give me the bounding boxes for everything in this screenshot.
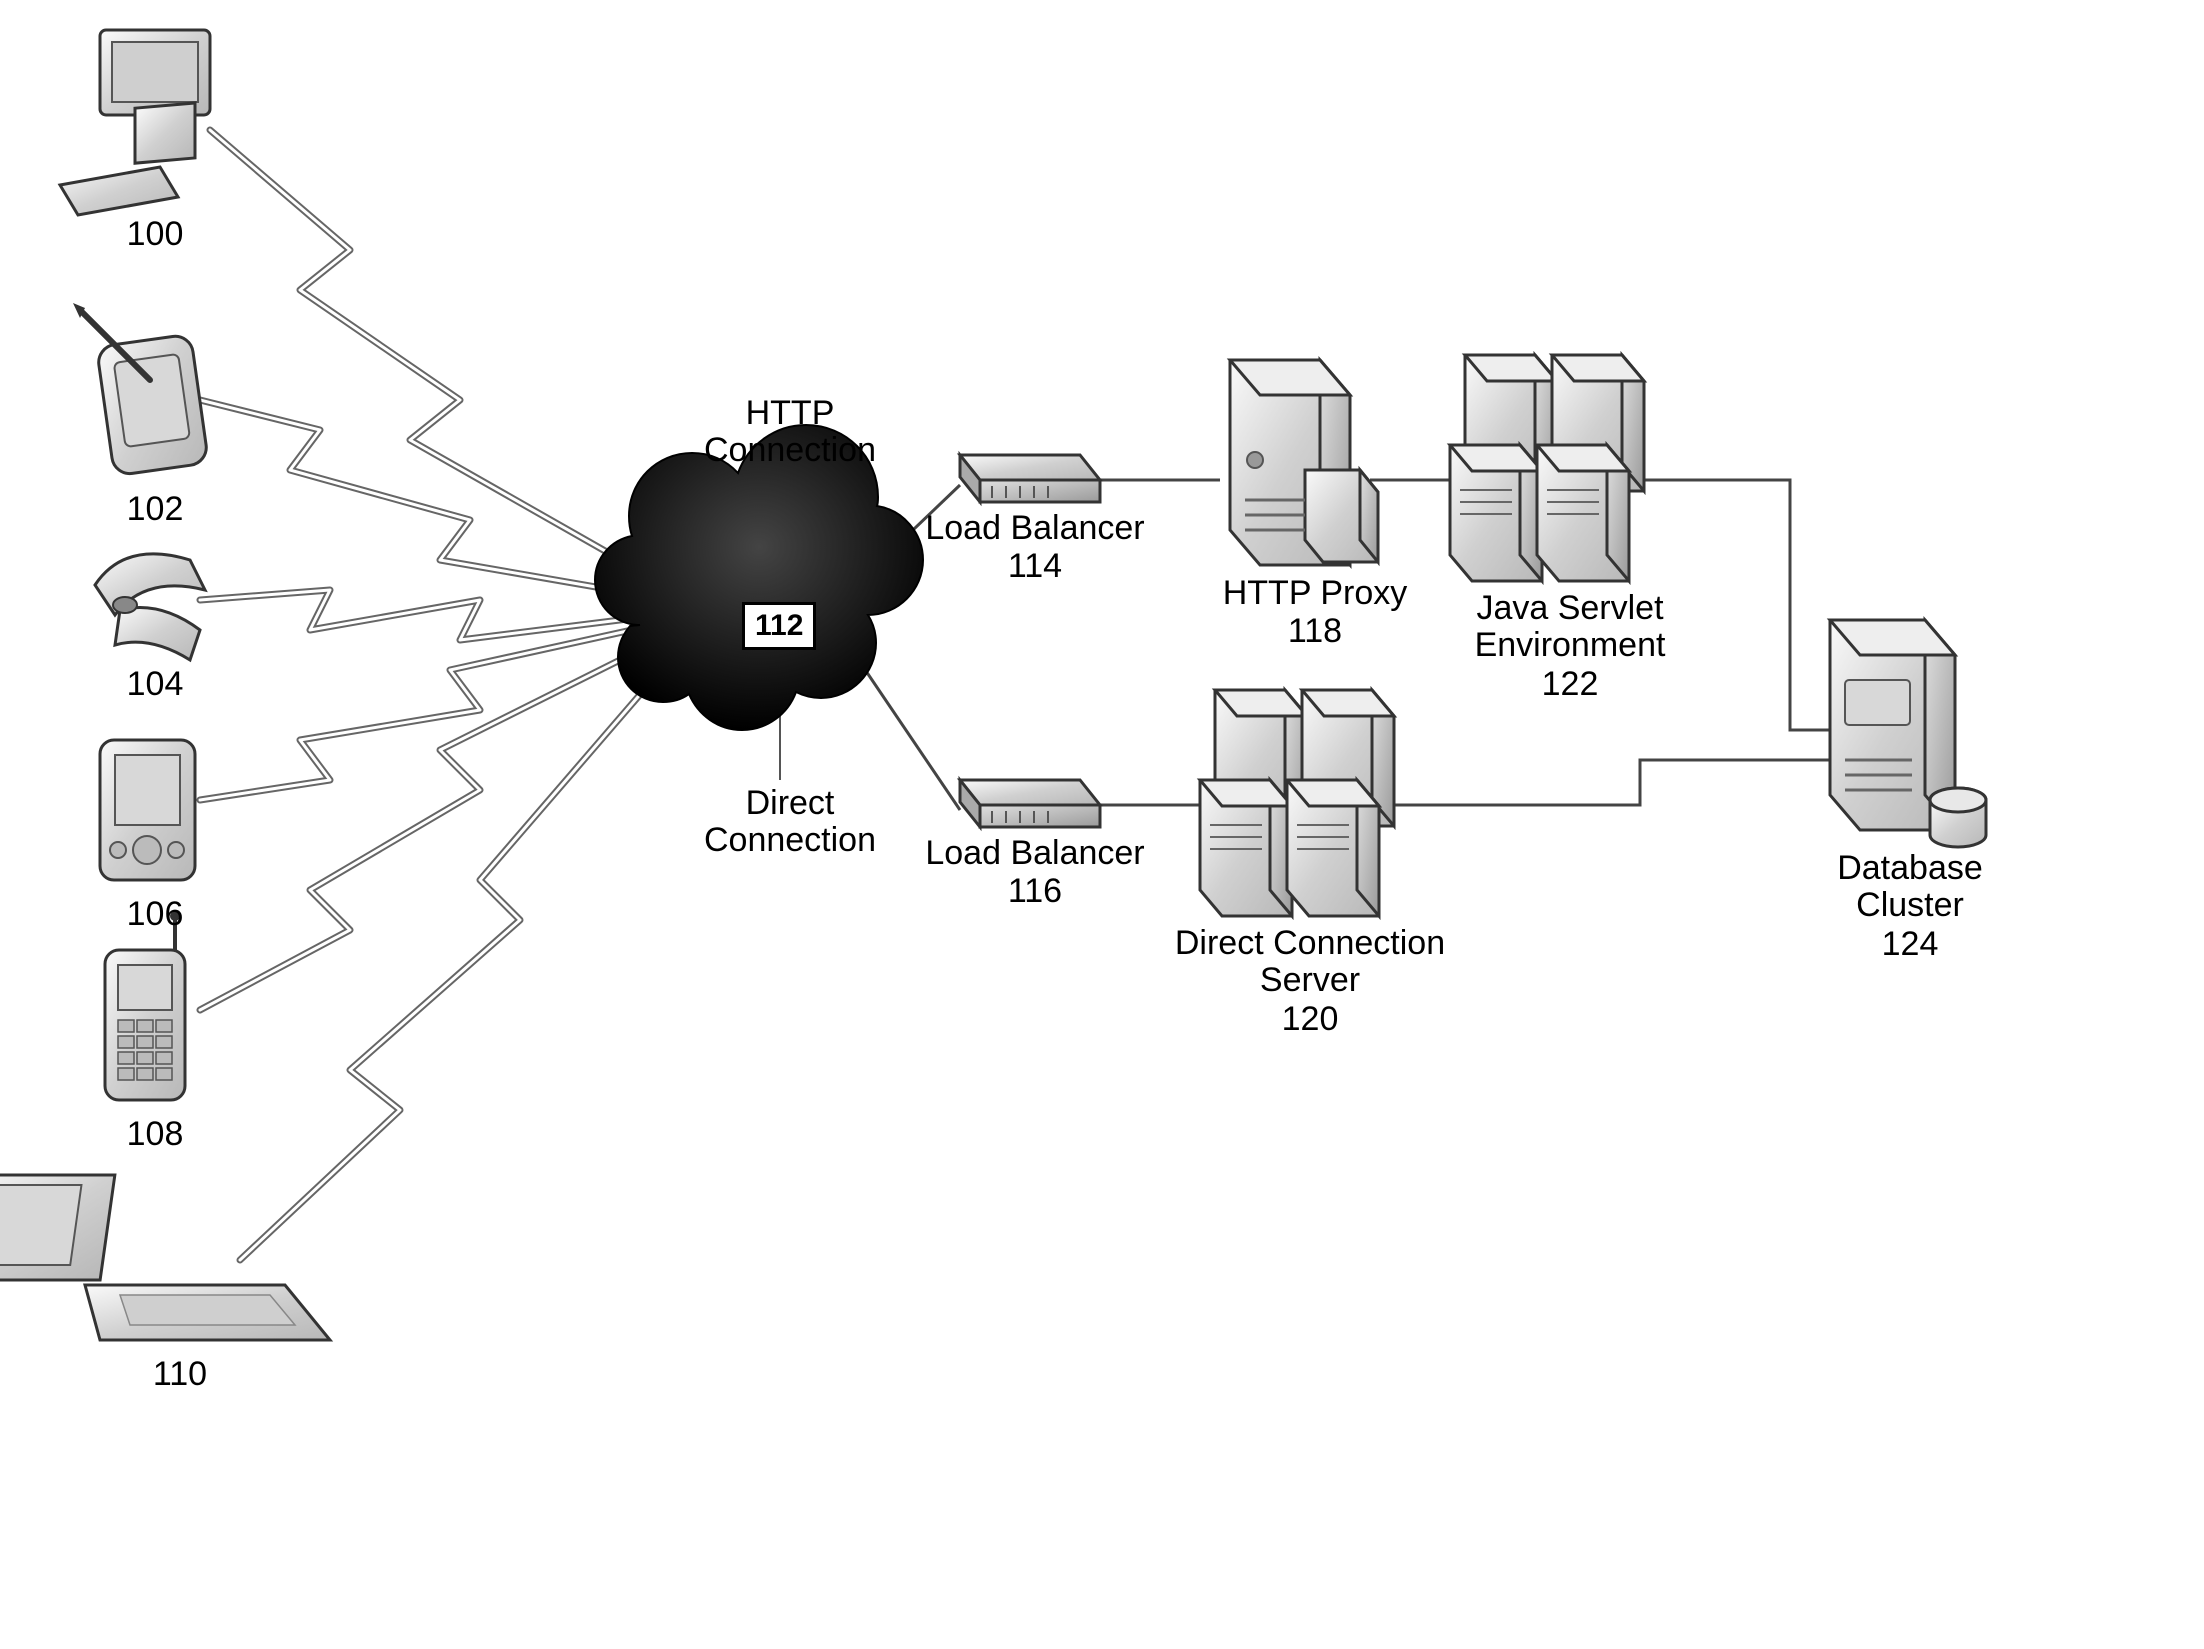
load-balancer-bottom-icon	[960, 780, 1100, 827]
http-proxy-caption: HTTP Proxy 118	[1195, 575, 1435, 651]
lb-top-caption: Load Balancer 114	[905, 510, 1165, 586]
http-proxy-icon	[1230, 360, 1378, 565]
desktop-ref: 100	[95, 215, 215, 254]
laptop-ref: 110	[120, 1355, 240, 1394]
database-cluster-icon	[1830, 620, 1986, 847]
desktop-ref-label: 100	[95, 215, 215, 254]
db-ref: 124	[1790, 925, 2030, 964]
diagram-stage: 112 100 102 104 106 108 110 HTTP Connect…	[0, 0, 2204, 1649]
tablet-ref-label: 102	[95, 490, 215, 529]
servlet-label: Java Servlet Environment	[1440, 590, 1700, 665]
pda-ref: 106	[95, 895, 215, 934]
laptop-ref-label: 110	[120, 1355, 240, 1394]
laptop-icon	[0, 1175, 330, 1340]
phone-ref-label: 108	[95, 1115, 215, 1154]
direct-connection-label: Direct Connection	[690, 785, 890, 860]
lb-bottom-ref: 116	[905, 872, 1165, 911]
flip-phone-icon	[95, 554, 205, 660]
direct-server-caption: Direct Connection Server 120	[1150, 925, 1470, 1039]
pda-ref-label: 106	[95, 895, 215, 934]
tablet-icon	[73, 303, 209, 476]
servlet-caption: Java Servlet Environment 122	[1440, 590, 1700, 704]
cloud-ref: 112	[755, 609, 803, 642]
direct-connection-text: Direct Connection	[690, 785, 890, 860]
direct-server-ref: 120	[1150, 1000, 1470, 1039]
flip-ref: 104	[95, 665, 215, 704]
connection-lines	[0, 0, 2204, 1649]
http-proxy-ref: 118	[1195, 612, 1435, 651]
load-balancer-top-icon	[960, 455, 1100, 502]
lb-bottom-caption: Load Balancer 116	[905, 835, 1165, 911]
mobile-phone-icon	[105, 911, 185, 1100]
http-proxy-label: HTTP Proxy	[1195, 575, 1435, 612]
pda-icon	[100, 740, 195, 880]
servlet-env-icon	[1450, 355, 1644, 581]
cloud-ref-badge: 112	[742, 602, 816, 650]
direct-server-icon	[1200, 690, 1394, 916]
lb-top-label: Load Balancer	[905, 510, 1165, 547]
phone-ref: 108	[95, 1115, 215, 1154]
lb-top-ref: 114	[905, 547, 1165, 586]
desktop-icon	[60, 30, 210, 215]
direct-server-label: Direct Connection Server	[1150, 925, 1470, 1000]
flip-ref-label: 104	[95, 665, 215, 704]
db-caption: Database Cluster 124	[1790, 850, 2030, 964]
lb-bottom-label: Load Balancer	[905, 835, 1165, 872]
http-connection-label: HTTP Connection	[690, 395, 890, 470]
http-connection-text: HTTP Connection	[690, 395, 890, 470]
tablet-ref: 102	[95, 490, 215, 529]
servlet-ref: 122	[1440, 665, 1700, 704]
db-label: Database Cluster	[1790, 850, 2030, 925]
